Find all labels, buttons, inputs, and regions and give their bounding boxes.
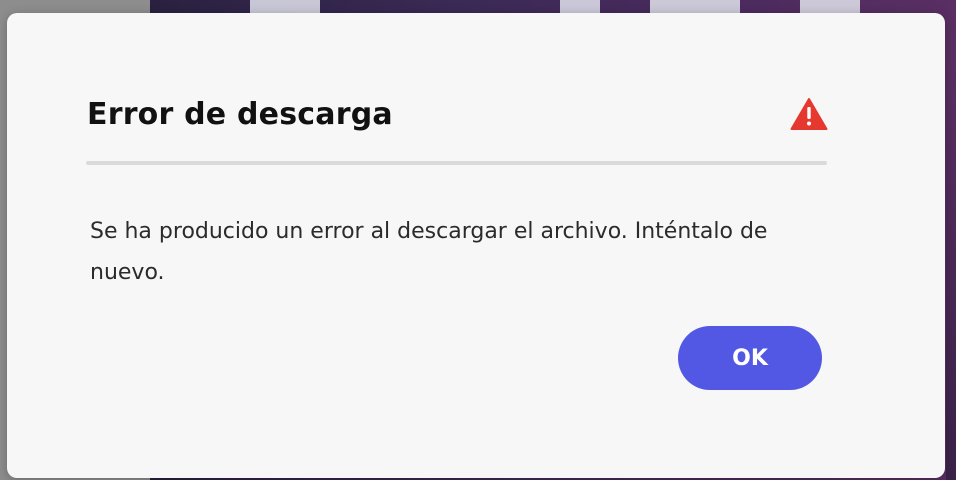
dialog-header: Error de descarga	[87, 97, 828, 137]
error-dialog: Error de descarga Se ha producido un err…	[7, 13, 945, 478]
ok-button[interactable]: OK	[678, 326, 822, 390]
error-message: Se ha producido un error al descargar el…	[90, 219, 768, 285]
dialog-title: Error de descarga	[87, 97, 393, 132]
background-edge	[946, 60, 956, 480]
header-divider	[86, 161, 827, 165]
alert-triangle-icon	[790, 98, 828, 130]
